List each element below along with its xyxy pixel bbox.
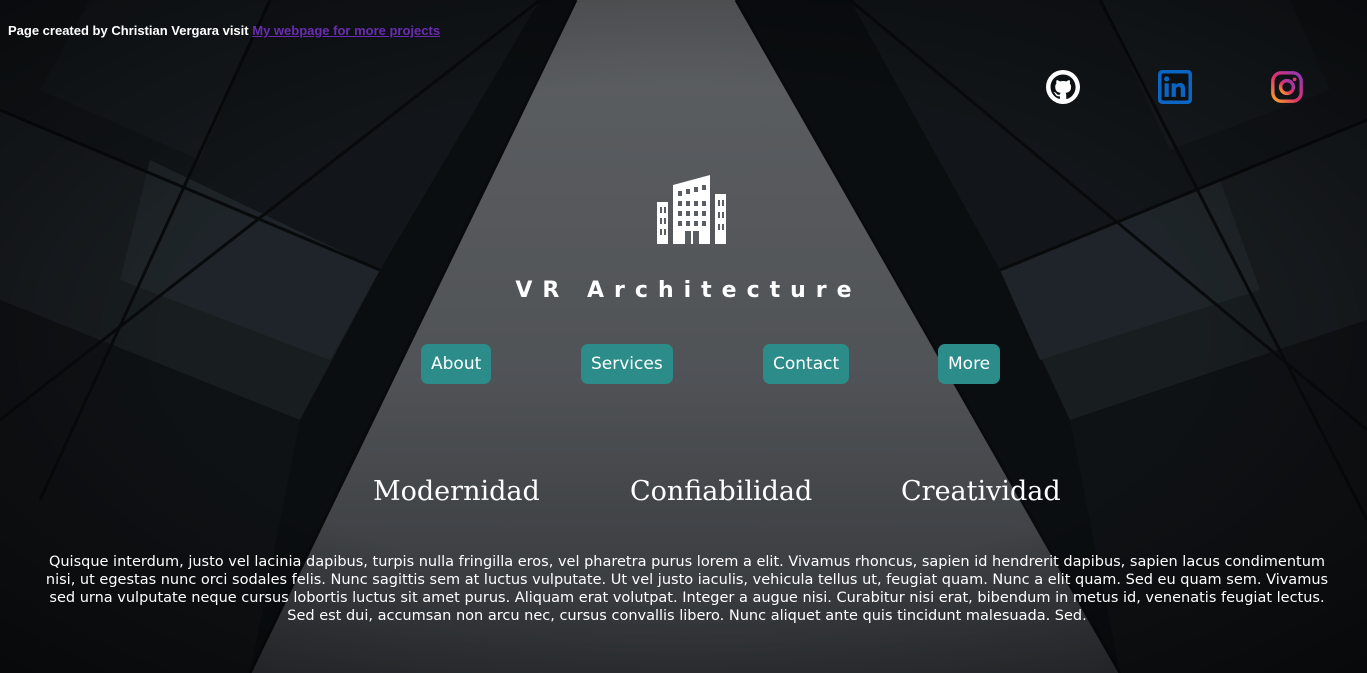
description-paragraph: Quisque interdum, justo vel lacinia dapi… [45,554,1329,624]
instagram-link[interactable] [1270,70,1304,104]
services-button[interactable]: Services [581,344,673,384]
credit-line: Page created by Christian Vergara visit … [8,23,440,38]
webpage-link[interactable]: My webpage for more projects [252,23,440,38]
linkedin-icon [1158,70,1192,104]
value-modernidad: Modernidad [373,476,540,507]
instagram-icon [1271,71,1303,103]
more-button[interactable]: More [938,344,1001,384]
site-title: VR Architecture [515,278,862,303]
linkedin-link[interactable] [1158,70,1192,104]
github-link[interactable] [1046,70,1080,104]
building-icon [657,175,726,244]
github-icon [1046,70,1080,104]
credit-text: Page created by Christian Vergara visit [8,23,253,38]
about-button[interactable]: About [421,344,492,384]
page: Page created by Christian Vergara visit … [0,0,1367,673]
value-creatividad: Creatividad [901,476,1061,507]
value-confiabilidad: Confiabilidad [630,476,813,507]
contact-button[interactable]: Contact [763,344,850,384]
